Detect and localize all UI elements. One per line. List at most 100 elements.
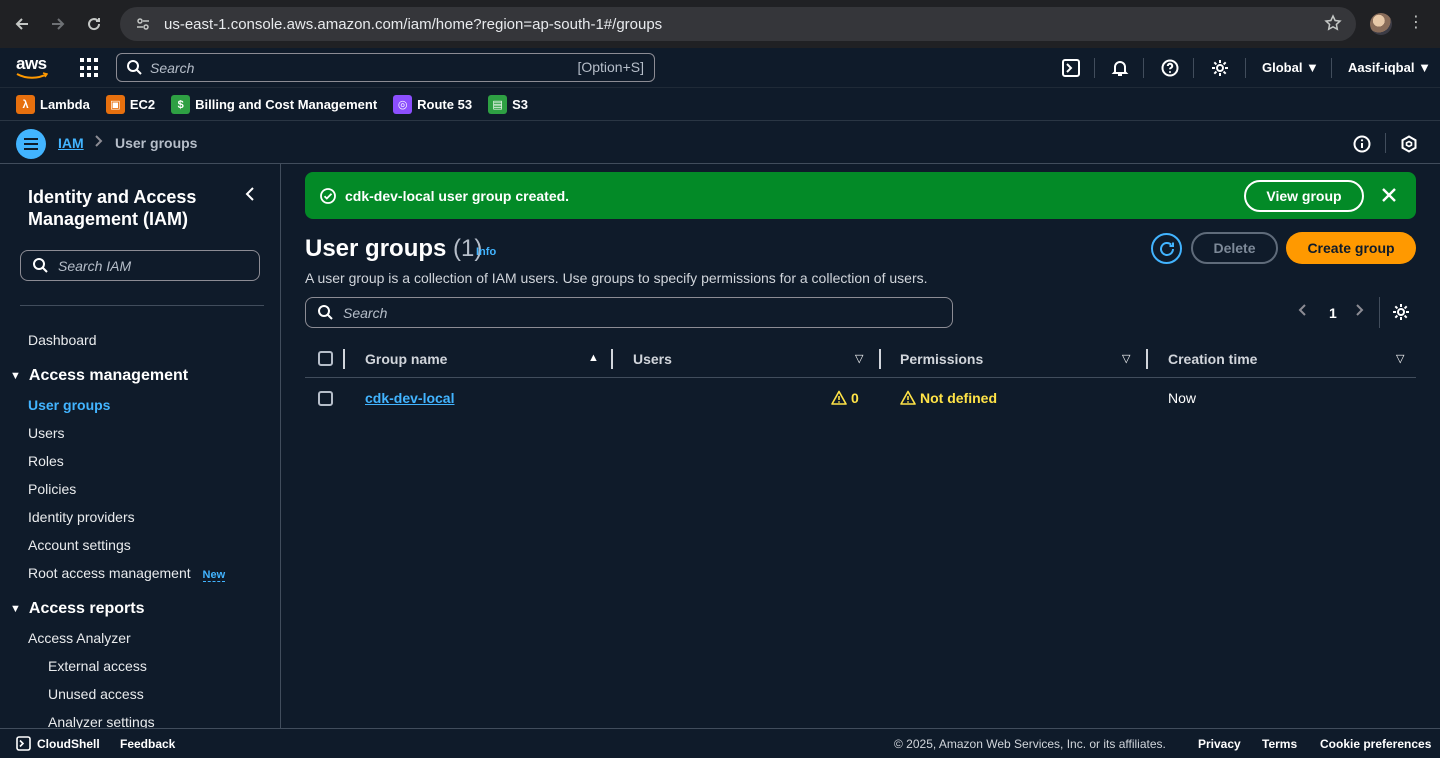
address-bar[interactable]: us-east-1.console.aws.amazon.com/iam/hom… [120,7,1356,41]
column-divider[interactable] [611,349,613,369]
back-arrow-icon[interactable] [4,6,40,42]
sidebar-section-access-reports[interactable]: ▼ Access reports [10,600,145,618]
sidebar-item-dashboard[interactable]: Dashboard [28,332,97,348]
sidebar-item-identity-providers[interactable]: Identity providers [28,509,135,525]
sidebar-item-policies[interactable]: Policies [28,481,76,497]
terms-link[interactable]: Terms [1262,737,1297,751]
users-cell: 0 [831,390,859,406]
table-header: Group name ▲ Users ▽ Permissions ▽ Creat… [305,340,1416,378]
url-text: us-east-1.console.aws.amazon.com/iam/hom… [164,15,663,33]
column-divider[interactable] [1146,349,1148,369]
column-header-group-name[interactable]: Group name [365,351,447,367]
sidebar-item-user-groups[interactable]: User groups [28,397,110,413]
view-group-button[interactable]: View group [1244,180,1364,212]
caret-down-icon: ▼ [10,603,21,615]
sidebar-title: Identity and Access Management (IAM) [28,187,197,229]
column-header-creation-time[interactable]: Creation time [1168,351,1257,367]
chevron-right-icon[interactable] [1355,303,1365,322]
search-icon [33,258,48,273]
favorite-label: EC2 [129,97,156,112]
notifications-bell-icon[interactable] [1109,57,1131,79]
group-name-link[interactable]: cdk-dev-local [365,390,454,406]
copyright-text: © 2025, Amazon Web Services, Inc. or its… [894,737,1166,751]
console-footer: CloudShell Feedback © 2025, Amazon Web S… [0,728,1440,758]
account-menu[interactable]: Aasif-iqbal ▼ [1348,60,1431,75]
sidebar-item-access-analyzer[interactable]: Access Analyzer [28,630,131,646]
collapse-sidebar-icon[interactable] [244,186,256,207]
feedback-link[interactable]: Feedback [120,737,175,751]
column-divider[interactable] [879,349,881,369]
services-grid-icon[interactable] [80,58,100,78]
favorite-s3[interactable]: ▤ S3 [488,95,528,114]
create-group-button[interactable]: Create group [1286,232,1416,264]
table-preferences-gear-icon[interactable] [1392,303,1410,321]
chevron-right-icon [94,134,104,151]
browser-menu-icon[interactable]: ⋮ [1408,12,1424,32]
help-icon[interactable] [1159,57,1181,79]
amazon-q-icon[interactable] [1399,134,1419,154]
search-placeholder: Search [150,59,195,76]
region-selector[interactable]: Global ▼ [1262,60,1319,75]
column-header-users[interactable]: Users [633,351,672,367]
hamburger-menu-icon[interactable] [16,129,46,159]
page-number[interactable]: 1 [1329,305,1337,321]
info-link[interactable]: Info [476,246,496,258]
sidebar-item-root-access-management[interactable]: Root access management New [28,565,226,582]
warning-icon [831,390,847,405]
permissions-status: Not defined [920,390,997,406]
select-all-checkbox[interactable] [318,351,333,366]
chevron-left-icon[interactable] [1297,303,1307,322]
reload-icon[interactable] [76,6,112,42]
cloudshell-icon[interactable] [1060,57,1082,79]
aws-logo-text: aws [16,54,47,73]
nav-divider [1331,58,1332,78]
sidebar-search-placeholder: Search IAM [58,257,132,274]
refresh-icon[interactable] [1151,233,1182,264]
favorite-route-53[interactable]: ◎ Route 53 [393,95,472,114]
cloudshell-link[interactable]: CloudShell [16,736,100,751]
flash-message: cdk-dev-local user group created. [345,187,570,204]
profile-avatar[interactable] [1370,13,1392,35]
users-count: 0 [851,390,859,406]
settings-gear-icon[interactable] [1209,57,1231,79]
page-title: User groups (1) [305,235,482,263]
bookmark-star-icon[interactable] [1324,14,1342,35]
sidebar-search-input[interactable]: Search IAM [20,250,260,281]
sort-icon[interactable]: ▽ [1122,352,1130,365]
sidebar-section-access-management[interactable]: ▼ Access management [10,367,188,385]
sidebar-item-users[interactable]: Users [28,425,65,441]
nav-divider [1245,58,1246,78]
cloudshell-icon [16,736,31,751]
favorite-ec2[interactable]: ▣ EC2 [105,95,156,114]
sidebar-item-roles[interactable]: Roles [28,453,64,469]
favorite-billing-and-cost-management[interactable]: $ Billing and Cost Management [171,95,377,114]
delete-button[interactable]: Delete [1191,232,1278,264]
sort-ascending-icon[interactable]: ▲ [588,352,599,364]
forward-arrow-icon[interactable] [40,6,76,42]
info-circle-icon[interactable] [1352,134,1372,154]
groups-search-input[interactable]: Search [305,297,953,328]
site-settings-icon[interactable] [128,16,158,32]
page-title-text: User groups [305,235,447,262]
sidebar-item-account-settings[interactable]: Account settings [28,537,131,553]
sort-icon[interactable]: ▽ [855,352,863,365]
cloudshell-label: CloudShell [37,736,100,751]
aws-logo[interactable]: aws [16,54,50,82]
s3-service-icon: ▤ [488,95,508,114]
sidebar-item-unused-access[interactable]: Unused access [48,686,144,702]
privacy-link[interactable]: Privacy [1198,737,1241,751]
nav-divider [1094,58,1095,78]
sidebar-item-external-access[interactable]: External access [48,658,147,674]
close-icon[interactable] [1379,185,1399,205]
column-header-permissions[interactable]: Permissions [900,351,983,367]
aws-search-input[interactable]: Search [Option+S] [116,53,655,82]
breadcrumb-iam[interactable]: IAM [58,135,84,151]
sidebar-item-analyzer-settings[interactable]: Analyzer settings [48,714,155,728]
row-checkbox[interactable] [318,391,333,406]
favorite-lambda[interactable]: λ Lambda [16,95,90,114]
nav-divider [1143,58,1144,78]
sort-icon[interactable]: ▽ [1396,352,1404,365]
cookie-preferences-link[interactable]: Cookie preferences [1320,737,1431,751]
nav-divider [1385,133,1386,153]
route-53-service-icon: ◎ [393,95,413,114]
